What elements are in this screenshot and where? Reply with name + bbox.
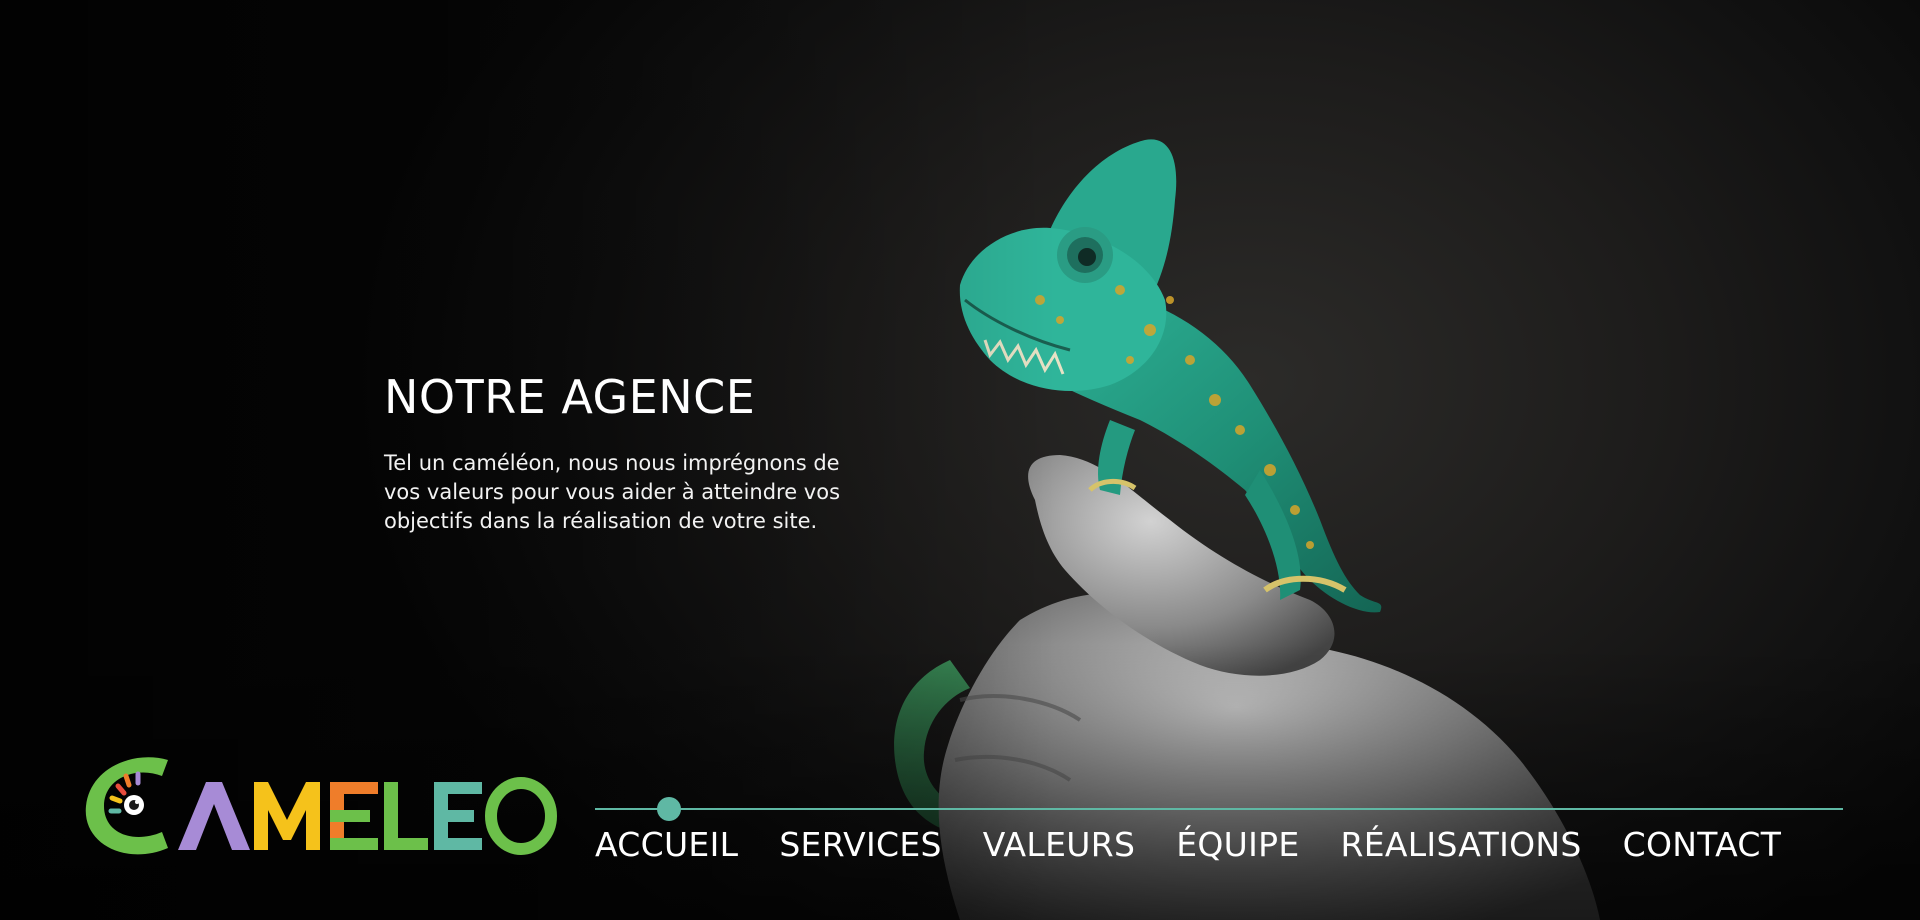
- hero-text-block: NOTRE AGENCE Tel un caméléon, nous nous …: [384, 372, 864, 536]
- nav-item-realisations[interactable]: RÉALISATIONS: [1340, 825, 1581, 864]
- nav-timeline-line: [595, 808, 1843, 810]
- nav-menu: ACCUEIL SERVICES VALEURS ÉQUIPE RÉALISAT…: [595, 825, 1781, 864]
- nav-item-contact[interactable]: CONTACT: [1623, 825, 1782, 864]
- nav-item-valeurs[interactable]: VALEURS: [983, 825, 1135, 864]
- nav-active-indicator: [657, 797, 681, 821]
- nav-item-equipe[interactable]: ÉQUIPE: [1176, 825, 1299, 864]
- hero-description: Tel un caméléon, nous nous imprégnons de…: [384, 450, 841, 533]
- hero-title: NOTRE AGENCE: [384, 370, 756, 424]
- cameleo-logo[interactable]: [78, 746, 558, 862]
- nav-item-services[interactable]: SERVICES: [779, 825, 941, 864]
- nav-item-accueil[interactable]: ACCUEIL: [595, 825, 738, 864]
- main-navigation: ACCUEIL SERVICES VALEURS ÉQUIPE RÉALISAT…: [595, 797, 1845, 867]
- hero-section: NOTRE AGENCE Tel un caméléon, nous nous …: [0, 0, 1920, 920]
